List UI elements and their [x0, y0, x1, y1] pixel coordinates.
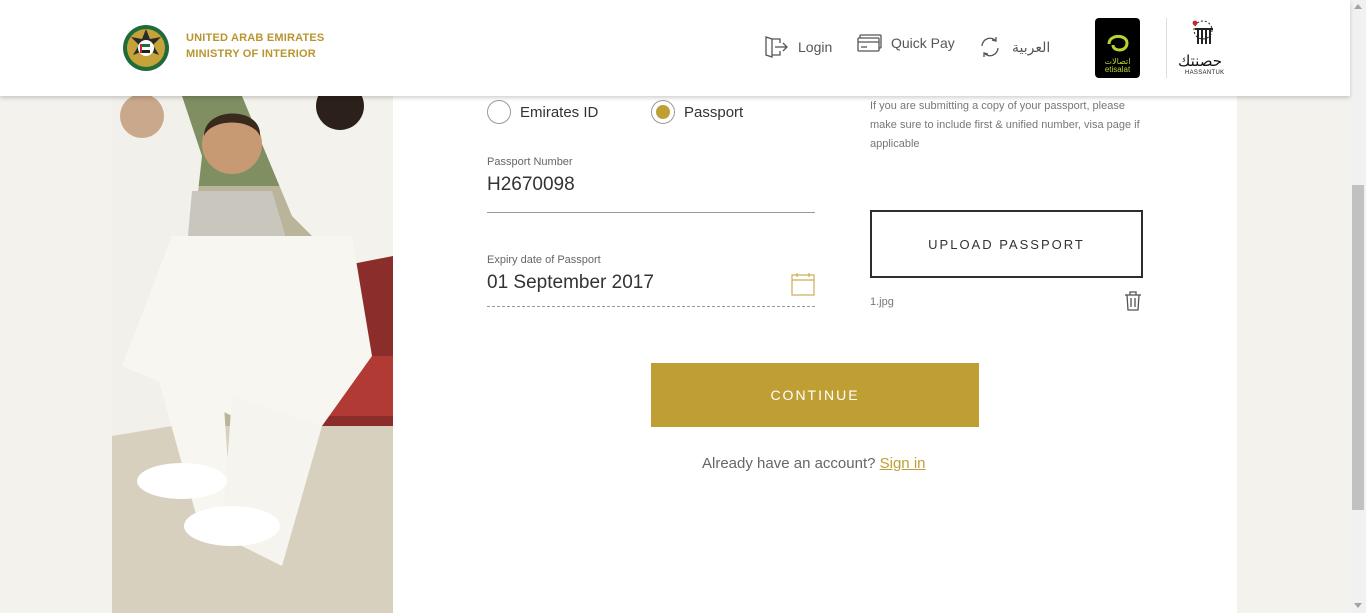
- scrollbar-thumb[interactable]: [1352, 185, 1364, 510]
- radio-emirates-id-circle[interactable]: [487, 100, 511, 124]
- family-photo: [112, 96, 393, 613]
- nav-login[interactable]: Login: [763, 34, 832, 60]
- trash-icon[interactable]: [1124, 291, 1142, 311]
- passport-upload-hint: If you are submitting a copy of your pas…: [870, 100, 1140, 150]
- passport-number-input[interactable]: H2670098: [487, 174, 815, 196]
- calendar-icon[interactable]: [791, 272, 815, 296]
- signin-link[interactable]: Sign in: [880, 455, 926, 472]
- continue-button[interactable]: CONTINUE: [651, 363, 979, 427]
- nav-quick-pay-label: Quick Pay: [891, 35, 955, 51]
- etisalat-logo-icon: [1107, 34, 1129, 52]
- hassantuk-logo[interactable]: حصنتك HASSANTUK: [1175, 18, 1233, 78]
- site-header: UNITED ARAB EMIRATES MINISTRY OF INTERIO…: [0, 0, 1350, 96]
- radio-passport[interactable]: Passport: [651, 100, 743, 124]
- passport-number-field[interactable]: Passport Number H2670098: [487, 156, 815, 213]
- signin-prompt-line: Already have an account? Sign in: [702, 455, 926, 472]
- family-illustration: [112, 96, 393, 613]
- signin-prompt: Already have an account?: [702, 455, 876, 472]
- brand-line-2: MINISTRY OF INTERIOR: [186, 48, 316, 60]
- expiry-date-field[interactable]: Expiry date of Passport 01 September 201…: [487, 254, 815, 307]
- scroll-up-arrow[interactable]: [1354, 4, 1362, 9]
- expiry-date-input[interactable]: 01 September 2017: [487, 272, 815, 294]
- scroll-down-arrow[interactable]: [1354, 603, 1362, 608]
- nav-arabic-label: العربية: [1012, 38, 1051, 55]
- card-icon: [857, 34, 882, 52]
- brand-line-1: UNITED ARAB EMIRATES: [186, 32, 325, 44]
- upload-passport-button[interactable]: UPLOAD PASSPORT: [870, 210, 1143, 278]
- passport-number-label: Passport Number: [487, 156, 573, 168]
- language-swap-icon: [981, 37, 999, 57]
- radio-passport-label: Passport: [684, 103, 744, 121]
- uploaded-file-name: 1.jpg: [870, 296, 894, 308]
- radio-passport-circle[interactable]: [651, 100, 675, 124]
- etisalat-en: etisalat: [1104, 65, 1131, 74]
- login-icon: [765, 36, 788, 58]
- header-divider: [1166, 18, 1167, 78]
- radio-emirates-id[interactable]: Emirates ID: [487, 100, 598, 124]
- nav-quick-pay[interactable]: Quick Pay: [857, 34, 955, 52]
- hassantuk-ar: حصنتك: [1178, 52, 1222, 70]
- etisalat-logo[interactable]: اتصالات etisalat: [1095, 18, 1140, 78]
- nav-login-label: Login: [798, 39, 833, 55]
- uae-emblem-icon: [123, 25, 169, 71]
- moi-brand[interactable]: UNITED ARAB EMIRATES MINISTRY OF INTERIO…: [121, 17, 324, 75]
- hassantuk-emblem-icon: [1192, 20, 1213, 44]
- radio-emirates-id-label: Emirates ID: [520, 103, 599, 121]
- hassantuk-en: HASSANTUK: [1185, 70, 1225, 76]
- nav-language-arabic[interactable]: العربية: [977, 34, 1050, 60]
- expiry-date-label: Expiry date of Passport: [487, 254, 601, 266]
